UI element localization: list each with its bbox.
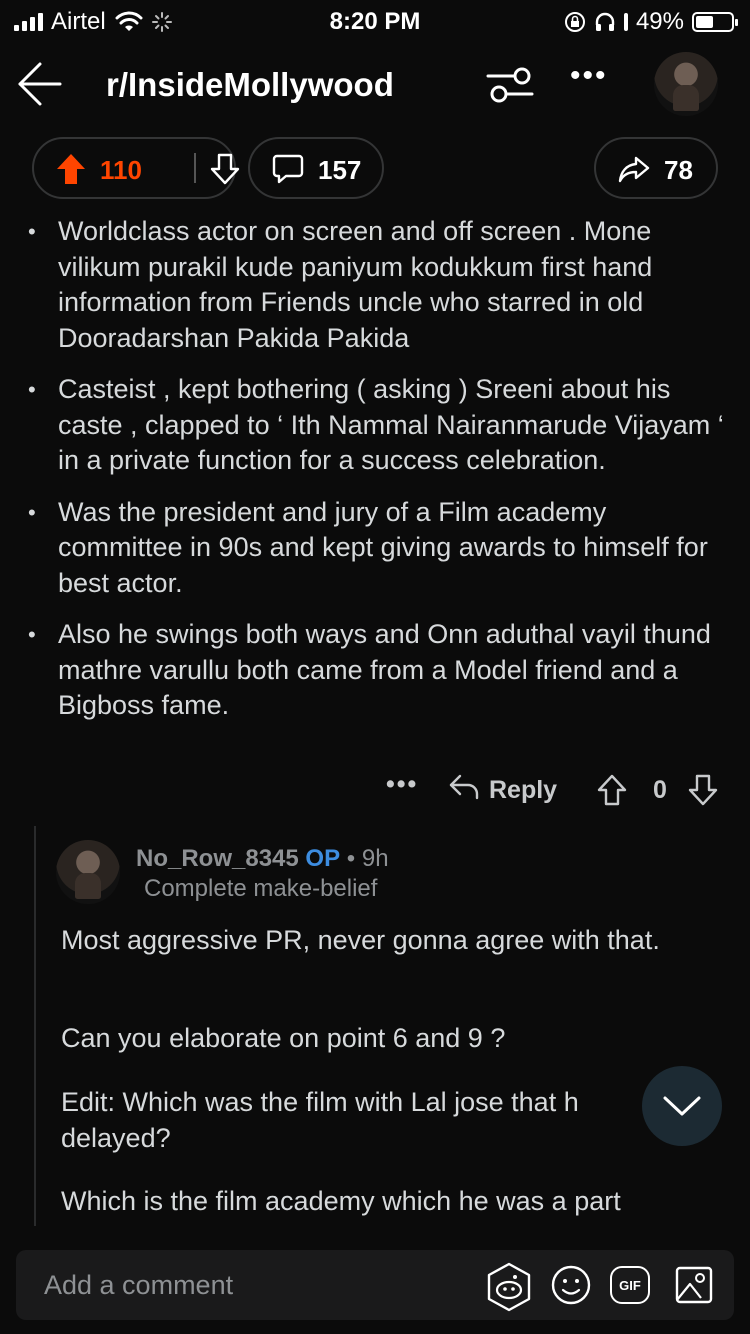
share-icon bbox=[618, 156, 650, 183]
comment-upvote-icon[interactable] bbox=[597, 774, 627, 806]
comment-input-placeholder: Add a comment bbox=[44, 1270, 234, 1300]
battery-icon bbox=[692, 12, 738, 32]
comment-meta: No_Row_8345 OP • 9h bbox=[136, 845, 389, 873]
comment-more-button[interactable]: ••• bbox=[386, 770, 418, 799]
comment-count: 157 bbox=[318, 155, 362, 185]
upvote-icon[interactable] bbox=[56, 153, 86, 185]
image-icon[interactable] bbox=[674, 1262, 714, 1308]
headphones-icon bbox=[595, 12, 615, 31]
emoji-icon[interactable] bbox=[550, 1262, 592, 1308]
gif-button[interactable]: GIF bbox=[610, 1266, 650, 1304]
snoo-avatar-icon[interactable] bbox=[484, 1262, 534, 1312]
gif-label: GIF bbox=[619, 1277, 641, 1293]
comment-score: 0 bbox=[653, 776, 667, 804]
scroll-down-button[interactable] bbox=[642, 1066, 722, 1146]
comments-button[interactable]: 157 bbox=[248, 137, 384, 199]
list-item: Also he swings both ways and Onn aduthal… bbox=[24, 617, 724, 724]
comment-age: 9h bbox=[361, 845, 389, 872]
user-flair: Complete make-belief bbox=[144, 875, 378, 902]
chevron-down-icon bbox=[663, 1096, 701, 1116]
username[interactable]: No_Row_8345 bbox=[136, 845, 299, 872]
comment-paragraph: Can you elaborate on point 6 and 9 ? bbox=[61, 1023, 506, 1053]
more-icon[interactable]: ••• bbox=[570, 61, 610, 104]
list-item: Worldclass actor on screen and off scree… bbox=[24, 214, 724, 356]
battery-percent: 49% bbox=[635, 8, 684, 35]
subreddit-title[interactable]: r/InsideMollywood bbox=[106, 66, 394, 104]
comment-actions: ••• Reply 0 bbox=[0, 770, 750, 810]
comment-icon bbox=[272, 154, 304, 184]
reply-icon[interactable] bbox=[448, 772, 480, 802]
upvote-count: 110 bbox=[100, 155, 142, 185]
bottom-bar: Add a comment GIF bbox=[0, 1226, 750, 1334]
user-avatar[interactable] bbox=[654, 52, 718, 116]
share-count: 78 bbox=[664, 155, 693, 185]
subreddit-header: r/InsideMollywood ••• bbox=[0, 50, 750, 120]
lock-rotation-icon bbox=[564, 12, 585, 32]
comment-line: Edit: Which was the film with Lal jose t… bbox=[61, 1087, 579, 1117]
vote-divider bbox=[194, 153, 196, 183]
comment-bullet-list: Worldclass actor on screen and off scree… bbox=[24, 214, 724, 740]
share-button[interactable]: 78 bbox=[594, 137, 718, 199]
comment-paragraph: Edit: Which was the film with Lal jose t… bbox=[61, 1084, 721, 1156]
comment-line: delayed? bbox=[61, 1123, 171, 1153]
status-bar: Airtel 8:20 PM 49% bbox=[0, 0, 750, 44]
thread-line[interactable] bbox=[34, 826, 36, 1226]
commenter-avatar[interactable] bbox=[56, 840, 120, 904]
comment-downvote-icon[interactable] bbox=[688, 774, 718, 806]
vote-pill: 110 bbox=[32, 137, 240, 199]
comment-paragraph: Most aggressive PR, never gonna agree wi… bbox=[61, 925, 660, 955]
comment-input[interactable]: Add a comment GIF bbox=[16, 1250, 734, 1320]
list-item: Casteist , kept bothering ( asking ) Sre… bbox=[24, 372, 724, 479]
back-arrow-icon[interactable] bbox=[16, 60, 64, 108]
reply-button[interactable]: Reply bbox=[489, 776, 557, 805]
downvote-icon[interactable] bbox=[210, 153, 240, 185]
list-item: Was the president and jury of a Film aca… bbox=[24, 495, 724, 602]
op-badge: OP bbox=[305, 845, 341, 872]
comment-paragraph: Which is the film academy which he was a… bbox=[61, 1186, 621, 1216]
meta-separator: • bbox=[346, 845, 356, 872]
filter-icon[interactable] bbox=[486, 64, 534, 106]
